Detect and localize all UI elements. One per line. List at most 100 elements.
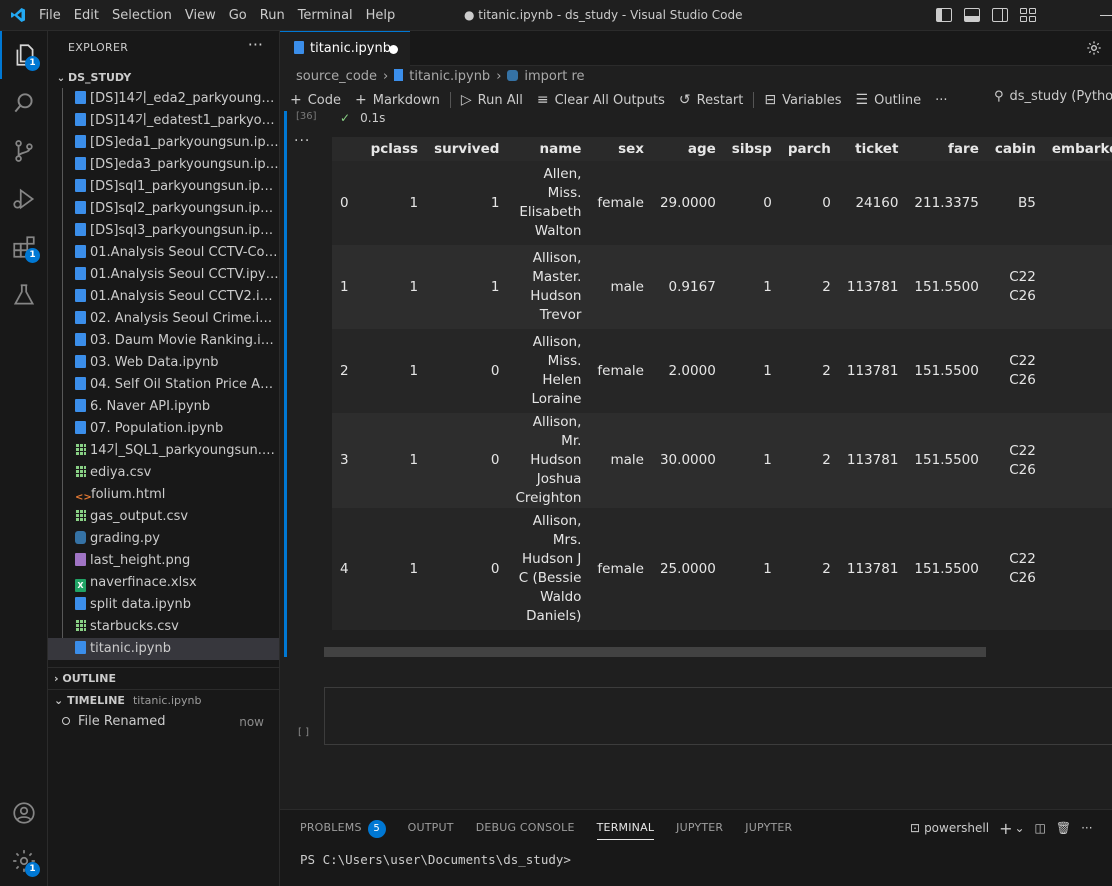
file-item[interactable]: 03. Daum Movie Ranking.ipynb: [48, 330, 279, 352]
minimize-button[interactable]: [1100, 15, 1112, 16]
table-cell-name: Allison, Miss. Helen Loraine: [507, 329, 590, 413]
file-item[interactable]: gas_output.csv: [48, 506, 279, 528]
file-item[interactable]: 01.Analysis Seoul CCTV.ipynb: [48, 264, 279, 286]
file-item-label: naverfinace.xlsx: [90, 575, 197, 590]
file-item[interactable]: [DS]eda1_parkyoungsun.ipynb: [48, 132, 279, 154]
shell-name[interactable]: powershell: [924, 821, 989, 835]
menu-help[interactable]: Help: [361, 0, 401, 31]
tab-titanic[interactable]: titanic.ipynb: [280, 31, 410, 66]
menu-go[interactable]: Go: [224, 0, 252, 31]
split-terminal-icon[interactable]: ◫: [1035, 821, 1046, 835]
window-title: ● titanic.ipynb - ds_study - Visual Stud…: [464, 8, 743, 22]
testing-activity[interactable]: [0, 271, 48, 319]
file-item[interactable]: 07. Population.ipynb: [48, 418, 279, 440]
more-icon[interactable]: ···: [1081, 821, 1092, 835]
menu-file[interactable]: File: [34, 0, 66, 31]
accounts-activity[interactable]: [0, 789, 48, 837]
empty-code-cell[interactable]: [324, 687, 1112, 745]
notebook-file-icon: [75, 157, 86, 170]
toggle-secondary-sidebar-icon[interactable]: [992, 8, 1008, 22]
table-cell-age: 2.0000: [651, 329, 724, 413]
notebook-file-icon: [75, 113, 86, 126]
gear-icon[interactable]: [1086, 40, 1102, 56]
file-item[interactable]: [DS]sql3_parkyoungsun.ipynb: [48, 220, 279, 242]
outline-button[interactable]: ☰ Outline: [856, 92, 922, 108]
file-item[interactable]: 6. Naver API.ipynb: [48, 396, 279, 418]
horizontal-scrollbar[interactable]: [324, 647, 986, 657]
timeline-section[interactable]: ⌄ TIMELINE titanic.ipynb: [48, 689, 279, 711]
clear-outputs-button[interactable]: ≡ Clear All Outputs: [537, 92, 665, 108]
panel-tab-problems[interactable]: PROBLEMS 5: [300, 810, 386, 846]
file-item[interactable]: last_height.png: [48, 550, 279, 572]
file-item[interactable]: starbucks.csv: [48, 616, 279, 638]
file-item-label: [DS]sql3_parkyoungsun.ipynb: [90, 223, 279, 238]
file-item[interactable]: titanic.ipynb: [48, 638, 279, 660]
output-more-button[interactable]: ···: [294, 133, 310, 149]
file-item[interactable]: 01.Analysis Seoul CCTV-Copy1.ipynb: [48, 242, 279, 264]
terminal-actions: ⊡ powershell + ⌄ ◫ 🗑 ···: [910, 810, 1093, 846]
panel-tab-jupyter[interactable]: JUPYTER: [676, 810, 723, 846]
plus-icon[interactable]: +: [999, 819, 1012, 838]
file-item[interactable]: 14기_SQL1_parkyoungsun.csv.csv: [48, 440, 279, 462]
chevron-down-icon[interactable]: ⌄: [1014, 821, 1024, 835]
toggle-primary-sidebar-icon[interactable]: [936, 8, 952, 22]
menu-view[interactable]: View: [180, 0, 221, 31]
timeline-title: TIMELINE: [67, 694, 125, 707]
source-control-activity[interactable]: [0, 127, 48, 175]
outline-section[interactable]: › OUTLINE: [48, 667, 279, 689]
panel-tab-output[interactable]: OUTPUT: [408, 810, 454, 846]
toggle-panel-icon[interactable]: [964, 8, 980, 22]
file-item[interactable]: [DS]14기_edatest1_parkyoungsun.ipynb: [48, 110, 279, 132]
unsaved-dot-icon[interactable]: [389, 45, 398, 54]
menu-terminal[interactable]: Terminal: [293, 0, 358, 31]
menu-edit[interactable]: Edit: [69, 0, 104, 31]
explorer-header: EXPLORER: [68, 41, 129, 54]
breadcrumb-file[interactable]: titanic.ipynb: [409, 69, 490, 84]
manage-activity[interactable]: 1: [0, 837, 48, 885]
file-item[interactable]: 01.Analysis Seoul CCTV2.ipynb: [48, 286, 279, 308]
kernel-picker[interactable]: ⚲ ds_study (Python: [994, 89, 1112, 104]
run-debug-activity[interactable]: [0, 175, 48, 223]
explorer-activity[interactable]: 1: [0, 31, 48, 79]
csv-file-icon: [75, 443, 86, 456]
file-item[interactable]: [DS]14기_eda2_parkyoungsun.ipynb: [48, 88, 279, 110]
file-item[interactable]: [DS]sql2_parkyoungsun.ipynb: [48, 198, 279, 220]
file-item[interactable]: [DS]eda3_parkyoungsun.ipynb: [48, 154, 279, 176]
timeline-entry[interactable]: File Renamed now: [62, 711, 272, 733]
breadcrumb-cell[interactable]: import re: [524, 69, 584, 84]
trash-icon[interactable]: 🗑: [1056, 821, 1071, 835]
run-all-button[interactable]: ▷ Run All: [461, 92, 523, 108]
file-item[interactable]: grading.py: [48, 528, 279, 550]
file-item[interactable]: 02. Analysis Seoul Crime.ipynb: [48, 308, 279, 330]
explorer-more-button[interactable]: ···: [248, 35, 263, 54]
panel-tab-terminal[interactable]: TERMINAL: [596, 810, 655, 846]
file-item[interactable]: Xnaverfinace.xlsx: [48, 572, 279, 594]
cell-line: C26: [1009, 461, 1036, 478]
toolbar-more-button[interactable]: ···: [935, 93, 947, 108]
menu-selection[interactable]: Selection: [107, 0, 177, 31]
terminal-prompt[interactable]: PS C:\Users\user\Documents\ds_study>: [300, 852, 571, 867]
file-item[interactable]: <>folium.html: [48, 484, 279, 506]
add-markdown-button[interactable]: + Markdown: [355, 92, 440, 108]
file-item[interactable]: ediya.csv: [48, 462, 279, 484]
restart-button[interactable]: ↺ Restart: [679, 92, 743, 108]
variables-button[interactable]: ⊟ Variables: [764, 92, 841, 108]
search-activity[interactable]: [0, 79, 48, 127]
editor-area: titanic.ipynb source_code › titanic.ipynb ›…: [280, 31, 1112, 809]
cell-line: C26: [1009, 570, 1036, 586]
file-item[interactable]: 04. Self Oil Station Price Analysis.ipyn…: [48, 374, 279, 396]
file-item[interactable]: 03. Web Data.ipynb: [48, 352, 279, 374]
customize-layout-icon[interactable]: [1020, 8, 1036, 22]
file-item[interactable]: split data.ipynb: [48, 594, 279, 616]
breadcrumb-folder[interactable]: source_code: [296, 69, 377, 84]
file-item[interactable]: [DS]sql1_parkyoungsun.ipynb: [48, 176, 279, 198]
workspace-folder[interactable]: ⌄ DS_STUDY: [54, 67, 280, 89]
panel-tab-debug-console[interactable]: DEBUG CONSOLE: [476, 810, 575, 846]
file-item-label: 03. Web Data.ipynb: [90, 355, 219, 370]
timeline-entry-label: File Renamed: [78, 714, 166, 729]
menu-run[interactable]: Run: [255, 0, 290, 31]
panel-tab-jupyter[interactable]: JUPYTER: [745, 810, 792, 846]
extensions-activity[interactable]: 1: [0, 223, 48, 271]
csv-file-icon: [75, 509, 86, 522]
add-code-button[interactable]: + Code: [290, 92, 341, 108]
